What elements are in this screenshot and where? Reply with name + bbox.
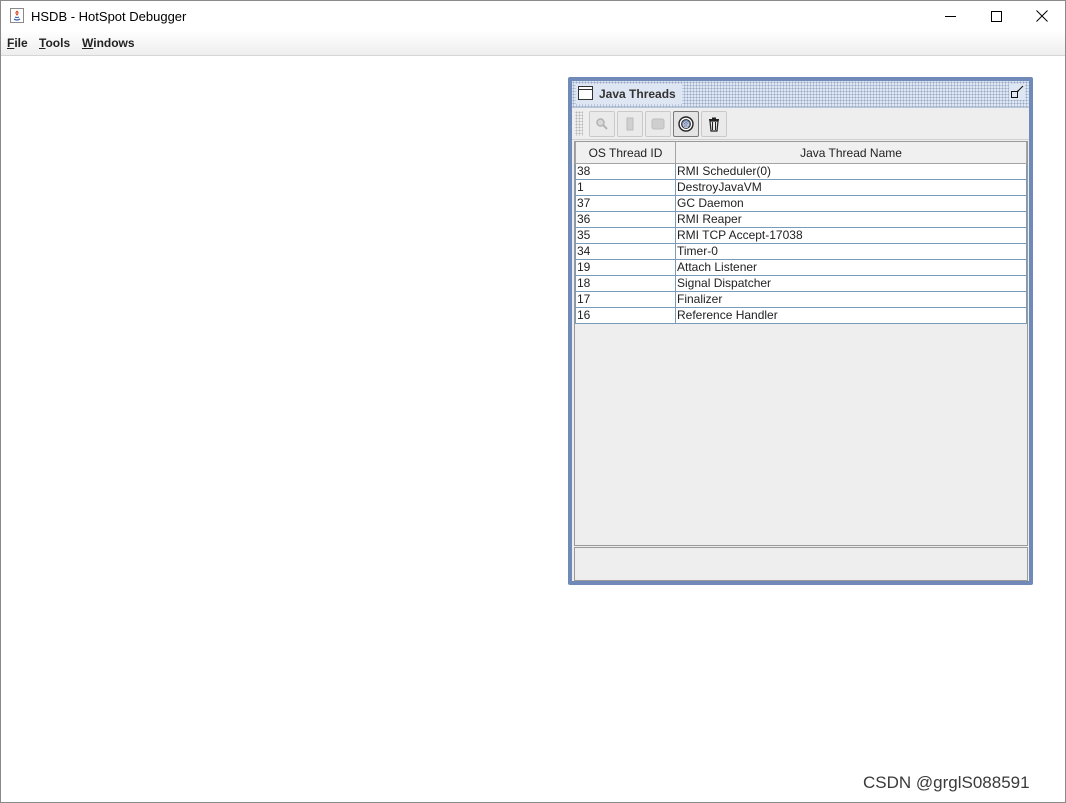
table-header-row: OS Thread ID Java Thread Name xyxy=(575,142,1027,164)
cell-os-thread-id: 34 xyxy=(575,243,676,260)
table-row[interactable]: 34 Timer-0 xyxy=(575,243,1027,260)
inspect-thread-button[interactable] xyxy=(589,111,615,137)
minimize-button[interactable] xyxy=(927,1,973,31)
table-row[interactable]: 38 RMI Scheduler(0) xyxy=(575,163,1027,180)
trash-icon xyxy=(709,117,719,132)
cell-java-thread-name: Timer-0 xyxy=(675,243,1027,260)
hsdb-main-window: HSDB - HotSpot Debugger File Tools Windo… xyxy=(0,0,1066,803)
cell-java-thread-name: GC Daemon xyxy=(675,195,1027,212)
thread-info-button[interactable] xyxy=(645,111,671,137)
column-header-os-thread-id[interactable]: OS Thread ID xyxy=(575,142,676,164)
java-app-icon xyxy=(10,8,24,23)
close-icon xyxy=(1036,10,1048,22)
find-crashes-icon: @ xyxy=(678,116,694,132)
find-crashes-button[interactable]: @ xyxy=(673,111,699,137)
threads-table: OS Thread ID Java Thread Name 38 RMI Sche… xyxy=(575,142,1027,324)
watermark-text: CSDN @grglS088591 xyxy=(863,773,1030,792)
stack-memory-icon xyxy=(626,117,634,131)
threads-toolbar: @ xyxy=(572,108,1029,140)
cell-java-thread-name: RMI Scheduler(0) xyxy=(675,163,1027,180)
table-row[interactable]: 17 Finalizer xyxy=(575,291,1027,308)
table-row[interactable]: 1 DestroyJavaVM xyxy=(575,179,1027,196)
cell-os-thread-id: 38 xyxy=(575,163,676,180)
maximize-button[interactable] xyxy=(973,1,1019,31)
table-row[interactable]: 35 RMI TCP Accept-17038 xyxy=(575,227,1027,244)
cell-java-thread-name: RMI Reaper xyxy=(675,211,1027,228)
cell-java-thread-name: Signal Dispatcher xyxy=(675,275,1027,292)
cell-os-thread-id: 19 xyxy=(575,259,676,276)
cell-java-thread-name: Reference Handler xyxy=(675,307,1027,324)
column-header-java-thread-name[interactable]: Java Thread Name xyxy=(675,142,1027,164)
cell-os-thread-id: 1 xyxy=(575,179,676,196)
maximize-icon xyxy=(990,10,1002,22)
table-row[interactable]: 19 Attach Listener xyxy=(575,259,1027,276)
table-row[interactable]: 18 Signal Dispatcher xyxy=(575,275,1027,292)
menu-file[interactable]: File xyxy=(7,36,28,50)
cell-os-thread-id: 16 xyxy=(575,307,676,324)
java-threads-titlebar[interactable]: Java Threads xyxy=(572,81,1029,108)
stack-memory-button[interactable] xyxy=(617,111,643,137)
restore-button[interactable] xyxy=(1009,84,1025,100)
window-icon xyxy=(578,86,593,100)
window-title: HSDB - HotSpot Debugger xyxy=(31,9,187,24)
cell-os-thread-id: 36 xyxy=(575,211,676,228)
menu-windows[interactable]: Windows xyxy=(82,36,135,50)
table-row[interactable]: 36 RMI Reaper xyxy=(575,211,1027,228)
java-threads-title: Java Threads xyxy=(599,87,676,101)
inspect-thread-icon xyxy=(596,118,608,130)
table-row[interactable]: 37 GC Daemon xyxy=(575,195,1027,212)
cell-java-thread-name: Finalizer xyxy=(675,291,1027,308)
cell-java-thread-name: Attach Listener xyxy=(675,259,1027,276)
table-row[interactable]: 16 Reference Handler xyxy=(575,307,1027,324)
close-button[interactable] xyxy=(1019,1,1065,31)
java-threads-window[interactable]: Java Threads @ OS Thread ID Java Thread … xyxy=(568,77,1033,585)
threads-table-panel: OS Thread ID Java Thread Name 38 RMI Sche… xyxy=(574,141,1028,546)
thread-info-icon xyxy=(651,118,665,130)
svg-text:@: @ xyxy=(683,121,690,129)
cell-java-thread-name: DestroyJavaVM xyxy=(675,179,1027,196)
menu-bar: File Tools Windows xyxy=(1,31,1065,56)
minimize-icon xyxy=(944,15,956,17)
cell-java-thread-name: RMI TCP Accept-17038 xyxy=(675,227,1027,244)
toolbar-grip[interactable] xyxy=(575,111,583,136)
cell-os-thread-id: 18 xyxy=(575,275,676,292)
threads-status-panel xyxy=(574,547,1028,581)
menu-tools[interactable]: Tools xyxy=(39,36,70,50)
trash-button[interactable] xyxy=(701,111,727,137)
cell-os-thread-id: 35 xyxy=(575,227,676,244)
window-titlebar[interactable]: HSDB - HotSpot Debugger xyxy=(1,1,1065,31)
cell-os-thread-id: 37 xyxy=(575,195,676,212)
restore-icon xyxy=(1011,85,1024,98)
cell-os-thread-id: 17 xyxy=(575,291,676,308)
